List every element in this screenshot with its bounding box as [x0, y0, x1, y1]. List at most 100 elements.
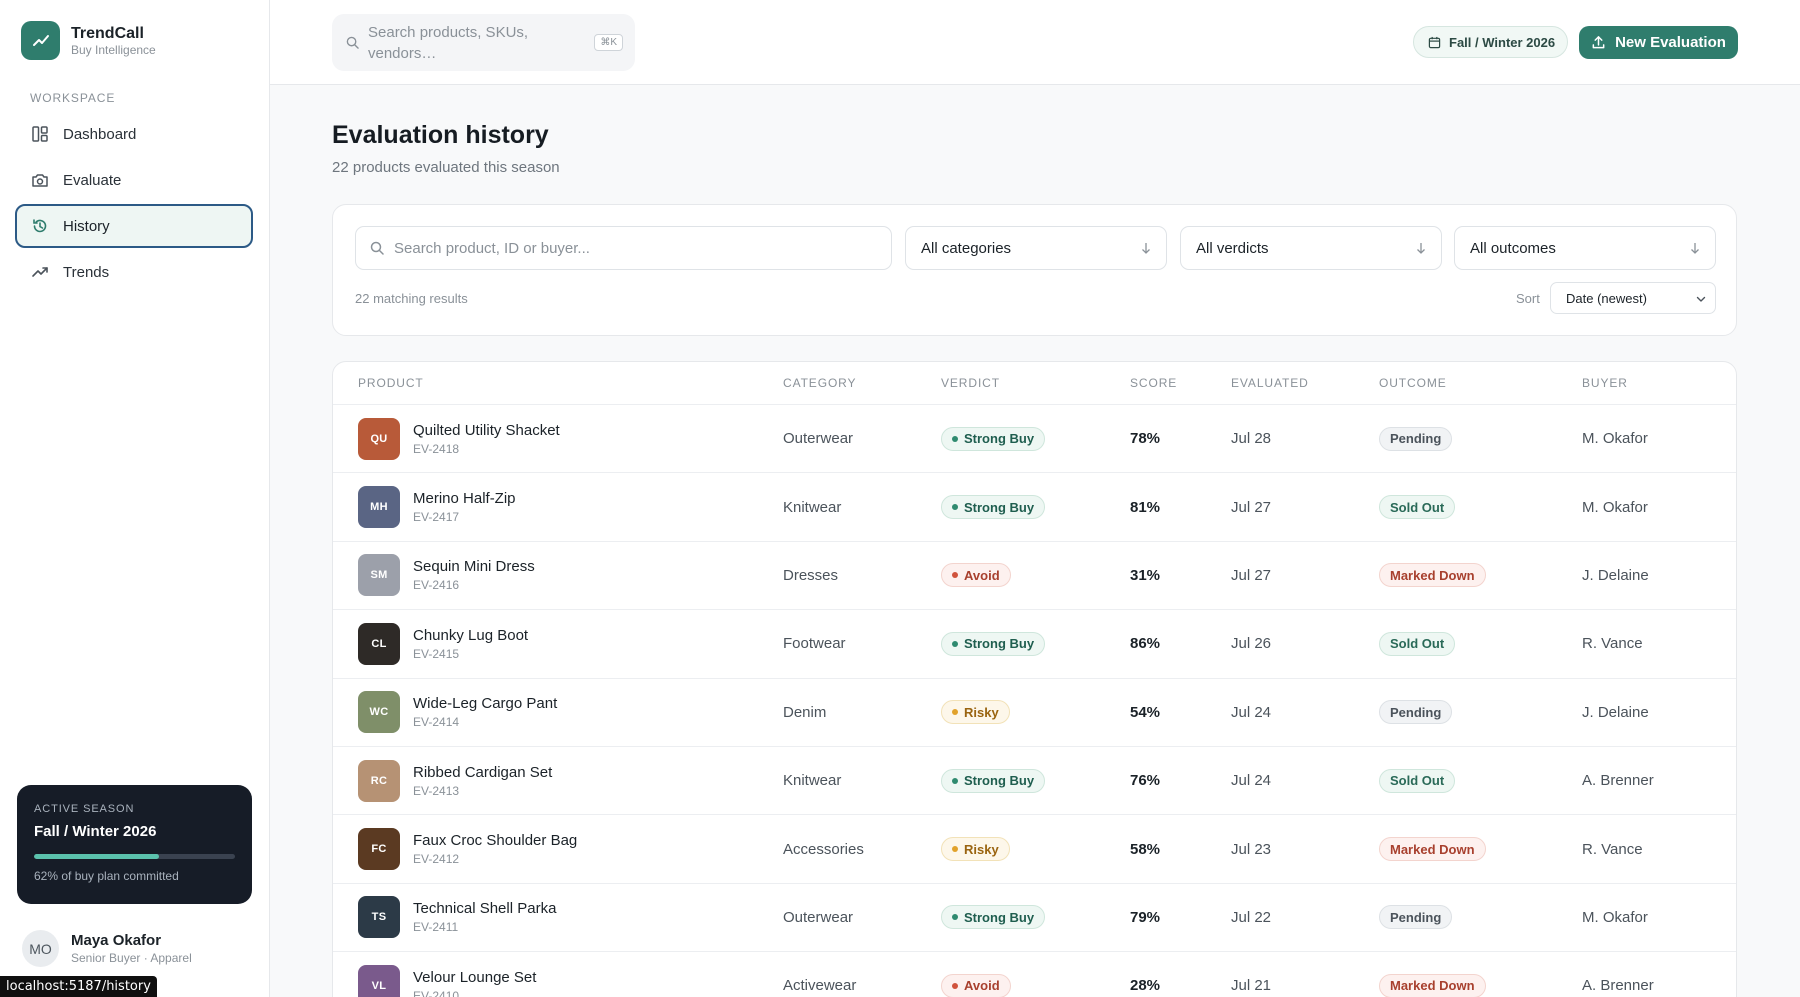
sidebar-item-history[interactable]: History [15, 204, 253, 248]
table-row[interactable]: WC Wide-Leg Cargo Pant EV-2414 Denim Risky 54… [333, 679, 1736, 747]
verdict-label: Risky [964, 704, 999, 720]
table-row[interactable]: CL Chunky Lug Boot EV-2415 Footwear Strong B… [333, 610, 1736, 679]
verdict-cell: Strong Buy [941, 405, 1046, 472]
sidebar-item-label: Trends [63, 263, 110, 281]
verdict-badge: Avoid [941, 973, 1011, 997]
sort-select[interactable]: Date (newest) [1550, 282, 1716, 314]
product-thumbnail: FC [358, 828, 400, 871]
brand-subtitle: Buy Intelligence [71, 42, 156, 57]
evaluation-id: EV-2416 [413, 578, 460, 593]
verdict-label: Avoid [964, 978, 1000, 994]
column-header-outcome[interactable]: OUTCOME [1379, 376, 1447, 390]
sidebar-item-label: Evaluate [63, 171, 122, 189]
evaluated-date-cell: Jul 26 [1231, 635, 1272, 653]
season-selector[interactable]: Fall / Winter 2026 [1413, 26, 1569, 58]
verdict-label: Strong Buy [964, 431, 1035, 447]
new-evaluation-label: New Evaluation [1615, 34, 1726, 51]
evaluation-id: EV-2412 [413, 852, 460, 867]
new-evaluation-button[interactable]: New Evaluation [1579, 26, 1738, 59]
verdict-label: Risky [964, 841, 999, 857]
product-cell: FC Faux Croc Shoulder Bag EV-2412 [358, 815, 577, 882]
global-search-input[interactable]: Search products, SKUs, vendors… ⌘K [332, 14, 635, 71]
buyer-cell: J. Delaine [1582, 703, 1649, 721]
status-dot-icon [952, 504, 958, 511]
category-filter[interactable]: All categories [905, 226, 1167, 270]
table-header: PRODUCT CATEGORY VERDICT SCORE EVALUATED… [333, 362, 1736, 405]
product-cell: MH Merino Half-Zip EV-2417 [358, 473, 516, 540]
outcome-cell: Sold Out [1379, 747, 1456, 814]
topbar: Search products, SKUs, vendors… ⌘K Fall … [270, 0, 1800, 85]
season-title: Fall / Winter 2026 [34, 823, 157, 840]
product-name[interactable]: Wide-Leg Cargo Pant [413, 695, 557, 712]
table-row[interactable]: VL Velour Lounge Set EV-2410 Activewear Avoi… [333, 952, 1736, 997]
category-filter-value: All categories [921, 239, 1012, 257]
verdict-badge: Strong Buy [941, 426, 1046, 451]
brand[interactable]: TrendCall Buy Intelligence [21, 21, 156, 60]
shortcut-hint: ⌘K [594, 34, 623, 51]
table-row[interactable]: SM Sequin Mini Dress EV-2416 Dresses Avoid 31… [333, 542, 1736, 611]
verdict-cell: Strong Buy [941, 884, 1046, 951]
score-cell: 81% [1130, 498, 1161, 516]
sidebar-item-evaluate[interactable]: Evaluate [15, 158, 253, 202]
product-name[interactable]: Quilted Utility Shacket [413, 422, 560, 439]
sidebar-item-dashboard[interactable]: Dashboard [15, 112, 253, 156]
score-cell: 86% [1130, 635, 1161, 653]
sort-value: Date (newest) [1566, 290, 1647, 306]
season-pill-label: Fall / Winter 2026 [1449, 34, 1556, 50]
product-thumbnail: QU [358, 417, 400, 460]
buy-plan-progress-bar [34, 854, 235, 859]
buy-plan-progress-fill [34, 854, 159, 859]
column-header-buyer[interactable]: BUYER [1582, 376, 1628, 390]
verdict-badge: Strong Buy [941, 905, 1046, 930]
outcome-cell: Marked Down [1379, 952, 1486, 997]
product-name[interactable]: Velour Lounge Set [413, 969, 536, 986]
product-name[interactable]: Merino Half-Zip [413, 490, 516, 507]
table-row[interactable]: RC Ribbed Cardigan Set EV-2413 Knitwear Stro… [333, 747, 1736, 816]
product-name[interactable]: Sequin Mini Dress [413, 558, 535, 575]
verdict-filter[interactable]: All verdicts [1180, 226, 1442, 270]
outcome-badge: Pending [1379, 905, 1453, 930]
product-cell: VL Velour Lounge Set EV-2410 [358, 952, 536, 997]
outcome-cell: Marked Down [1379, 542, 1486, 609]
status-dot-icon [952, 914, 958, 921]
sidebar-item-trends[interactable]: Trends [15, 250, 253, 294]
outcome-filter[interactable]: All outcomes [1454, 226, 1716, 270]
user-profile[interactable]: MO Maya Okafor Senior Buyer · Apparel [22, 930, 192, 967]
table-row[interactable]: TS Technical Shell Parka EV-2411 Outerwear S… [333, 884, 1736, 953]
outcome-badge: Marked Down [1379, 837, 1486, 862]
score-cell: 28% [1130, 977, 1161, 995]
table-row[interactable]: QU Quilted Utility Shacket EV-2418 Outerwea… [333, 405, 1736, 474]
search-icon [370, 241, 384, 255]
product-cell: WC Wide-Leg Cargo Pant EV-2414 [358, 679, 557, 746]
calendar-icon [1428, 36, 1441, 48]
category-cell: Accessories [783, 840, 864, 858]
column-header-evaluated[interactable]: EVALUATED [1231, 376, 1309, 390]
history-search-input[interactable]: Search product, ID or buyer... [355, 226, 892, 270]
product-name[interactable]: Technical Shell Parka [413, 900, 556, 917]
product-name[interactable]: Chunky Lug Boot [413, 627, 528, 644]
status-dot-icon [952, 777, 958, 784]
sidebar-item-label: Dashboard [63, 125, 137, 143]
outcome-badge: Sold Out [1379, 495, 1456, 520]
evaluation-id: EV-2418 [413, 441, 460, 456]
product-name[interactable]: Ribbed Cardigan Set [413, 764, 552, 781]
column-header-score[interactable]: SCORE [1130, 376, 1177, 390]
evaluation-table: PRODUCT CATEGORY VERDICT SCORE EVALUATED… [332, 361, 1737, 997]
product-thumbnail: TS [358, 896, 400, 939]
category-cell: Knitwear [783, 498, 842, 516]
product-name[interactable]: Faux Croc Shoulder Bag [413, 832, 577, 849]
table-row[interactable]: MH Merino Half-Zip EV-2417 Knitwear Strong B… [333, 473, 1736, 542]
table-row[interactable]: FC Faux Croc Shoulder Bag EV-2412 Accessori… [333, 815, 1736, 884]
product-thumbnail: SM [358, 554, 400, 597]
user-name: Maya Okafor [71, 932, 162, 949]
search-icon [346, 36, 359, 49]
outcome-badge: Pending [1379, 700, 1453, 725]
column-header-verdict[interactable]: VERDICT [941, 376, 1000, 390]
status-dot-icon [952, 572, 958, 579]
arrow-down-icon [1417, 243, 1425, 254]
column-header-category[interactable]: CATEGORY [783, 376, 856, 390]
upload-icon [1592, 36, 1605, 49]
column-header-product[interactable]: PRODUCT [358, 376, 424, 390]
outcome-cell: Marked Down [1379, 815, 1486, 882]
table-body: QU Quilted Utility Shacket EV-2418 Outerwea… [333, 405, 1736, 997]
